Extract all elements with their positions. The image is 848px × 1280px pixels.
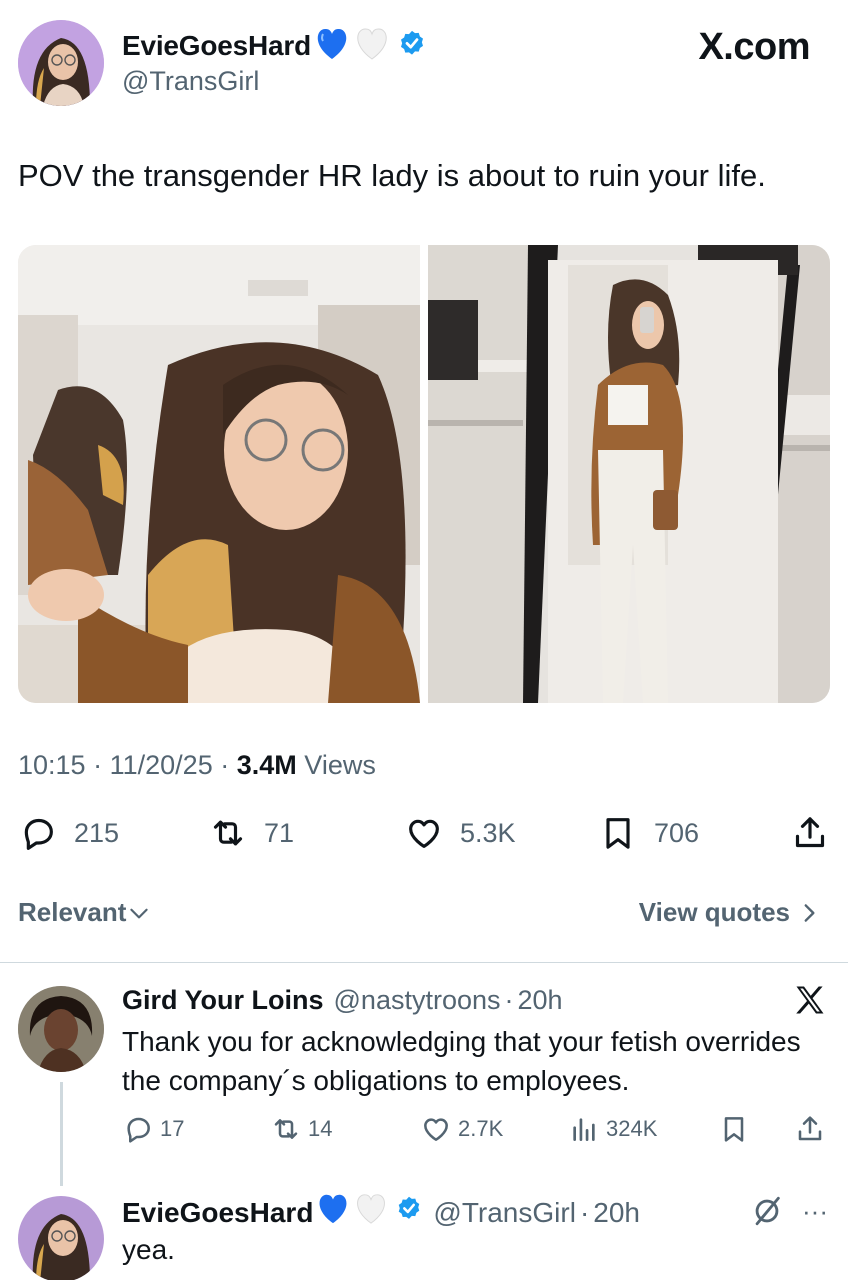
views-count[interactable]: 3.4M — [237, 750, 297, 780]
bookmark-count: 706 — [654, 817, 700, 848]
reply-handle[interactable]: @nastytroons — [334, 985, 501, 1016]
repost-count: 71 — [264, 817, 295, 848]
reply-repost-count: 14 — [308, 1116, 333, 1141]
grok-icon[interactable] — [750, 1194, 784, 1228]
reply-count: 215 — [74, 817, 120, 848]
reply2-display-name[interactable]: EvieGoesHard — [122, 1197, 313, 1229]
analytics-icon — [573, 1118, 595, 1141]
reply-icon — [127, 1117, 150, 1143]
reply-time[interactable]: 20h — [518, 985, 563, 1016]
reply2-icons: ··· — [750, 1194, 828, 1228]
reply2-time[interactable]: 20h — [593, 1197, 640, 1229]
meta-dot: · — [93, 750, 103, 780]
sort-label: Relevant — [18, 897, 127, 927]
tweet-photo-1[interactable] — [18, 245, 420, 703]
meta-dot: · — [504, 985, 514, 1015]
bookmark-icon — [724, 1117, 744, 1142]
reply-display-name[interactable]: Gird Your Loins — [122, 985, 324, 1016]
tweet-text: POV the transgender HR lady is about to … — [18, 158, 766, 193]
chevron-down-icon — [130, 908, 149, 918]
tweet-date: 11/20/25 — [109, 750, 213, 780]
reply-reply-button[interactable]: 17 — [122, 1113, 184, 1145]
view-quotes-link[interactable]: View quotes — [639, 897, 822, 928]
share-button[interactable] — [790, 813, 846, 853]
tweet-photo-2[interactable] — [428, 245, 830, 703]
bookmark-button[interactable]: 706 — [598, 813, 699, 853]
views-label: Views — [304, 750, 376, 780]
reply-like-count: 2.7K — [458, 1116, 504, 1141]
blue-heart-icon — [315, 1192, 351, 1233]
reply-avatar[interactable] — [18, 986, 104, 1072]
thread-line — [60, 1082, 63, 1186]
reply-repost-button[interactable]: 14 — [270, 1113, 332, 1145]
brand-label: X.com — [698, 26, 810, 68]
like-button[interactable]: 5.3K — [404, 813, 516, 853]
share-icon — [798, 1116, 822, 1141]
view-quotes-label: View quotes — [638, 897, 790, 927]
blue-heart-icon — [313, 26, 351, 67]
share-icon — [795, 817, 825, 848]
author-handle[interactable]: @TransGirl — [122, 66, 427, 97]
reply-button[interactable]: 215 — [18, 813, 119, 853]
reply-views-button[interactable]: 324K — [568, 1113, 657, 1145]
chevron-right-icon — [804, 903, 815, 922]
white-heart-icon — [353, 1192, 389, 1233]
repost-icon — [213, 820, 243, 846]
author-block: EvieGoesHard @TransGirl — [122, 28, 427, 97]
meta-dot: · — [579, 1196, 590, 1228]
meta-dot: · — [220, 750, 230, 780]
tweet-meta: 10:15 · 11/20/25 · 3.4M Views — [18, 750, 376, 781]
more-options-button[interactable]: ··· — [802, 1196, 828, 1227]
heart-icon — [409, 819, 439, 848]
verified-badge-icon — [391, 1195, 423, 1230]
heart-icon — [424, 1118, 448, 1141]
reply2-handle[interactable]: @TransGirl — [433, 1197, 576, 1229]
reply-views-count: 324K — [606, 1116, 658, 1141]
tweet-time: 10:15 — [18, 750, 86, 780]
reply2-avatar[interactable] — [18, 1196, 104, 1280]
divider — [0, 962, 848, 963]
reply-share-button[interactable] — [794, 1113, 832, 1145]
sort-dropdown[interactable]: Relevant — [18, 897, 152, 928]
brand-logo: X.com — [698, 26, 810, 69]
author-display-name[interactable]: EvieGoesHard — [122, 30, 311, 62]
reply-header: Gird Your Loins @nastytroons · 20h — [122, 985, 563, 1016]
repost-icon — [274, 1119, 298, 1139]
reply2-text: yea. — [122, 1234, 175, 1265]
like-count: 5.3K — [460, 817, 516, 848]
repost-button[interactable]: 71 — [208, 813, 294, 853]
author-avatar[interactable] — [18, 20, 104, 106]
reply2-header: EvieGoesHard @TransGirl · 20h — [122, 1192, 640, 1233]
bookmark-icon — [606, 818, 630, 849]
reply-bookmark-button[interactable] — [718, 1113, 756, 1145]
reply-reply-count: 17 — [160, 1116, 185, 1141]
reply-like-button[interactable]: 2.7K — [420, 1113, 503, 1145]
white-heart-icon — [353, 26, 391, 67]
verified-badge-icon — [393, 29, 427, 64]
reply-icon — [24, 818, 53, 850]
reply-text: Thank you for acknowledging that your fe… — [122, 1026, 801, 1096]
